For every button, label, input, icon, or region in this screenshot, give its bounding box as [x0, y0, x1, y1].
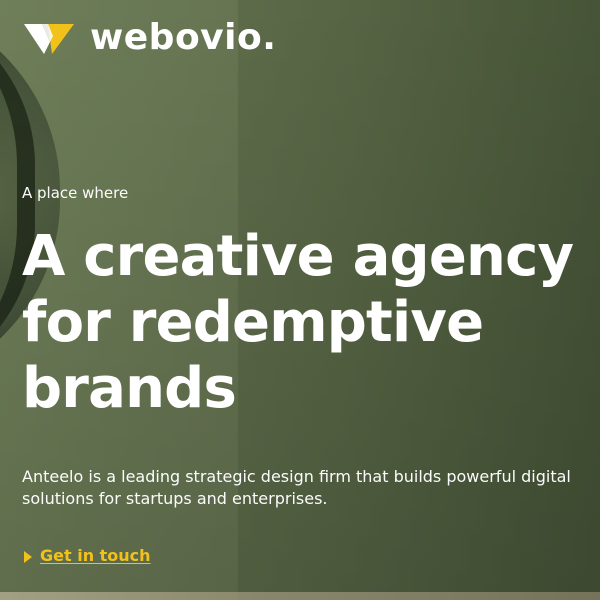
hero-description: Anteelo is a leading strategic design fi… [22, 467, 571, 508]
bottom-image-strip [0, 592, 600, 600]
get-in-touch-label: Get in touch [40, 546, 151, 565]
play-triangle-icon [24, 550, 32, 563]
logo-mark-icon [24, 24, 74, 54]
hero-section: webovio. A place where A creative agency… [0, 0, 600, 600]
brand-logo-link[interactable]: webovio. [22, 18, 276, 58]
hero-eyebrow: A place where [22, 184, 129, 202]
brand-name: webovio. [90, 17, 277, 58]
get-in-touch-link[interactable]: Get in touch [24, 548, 151, 564]
hero-headline: A creative agency for redemptive brands [22, 224, 574, 421]
